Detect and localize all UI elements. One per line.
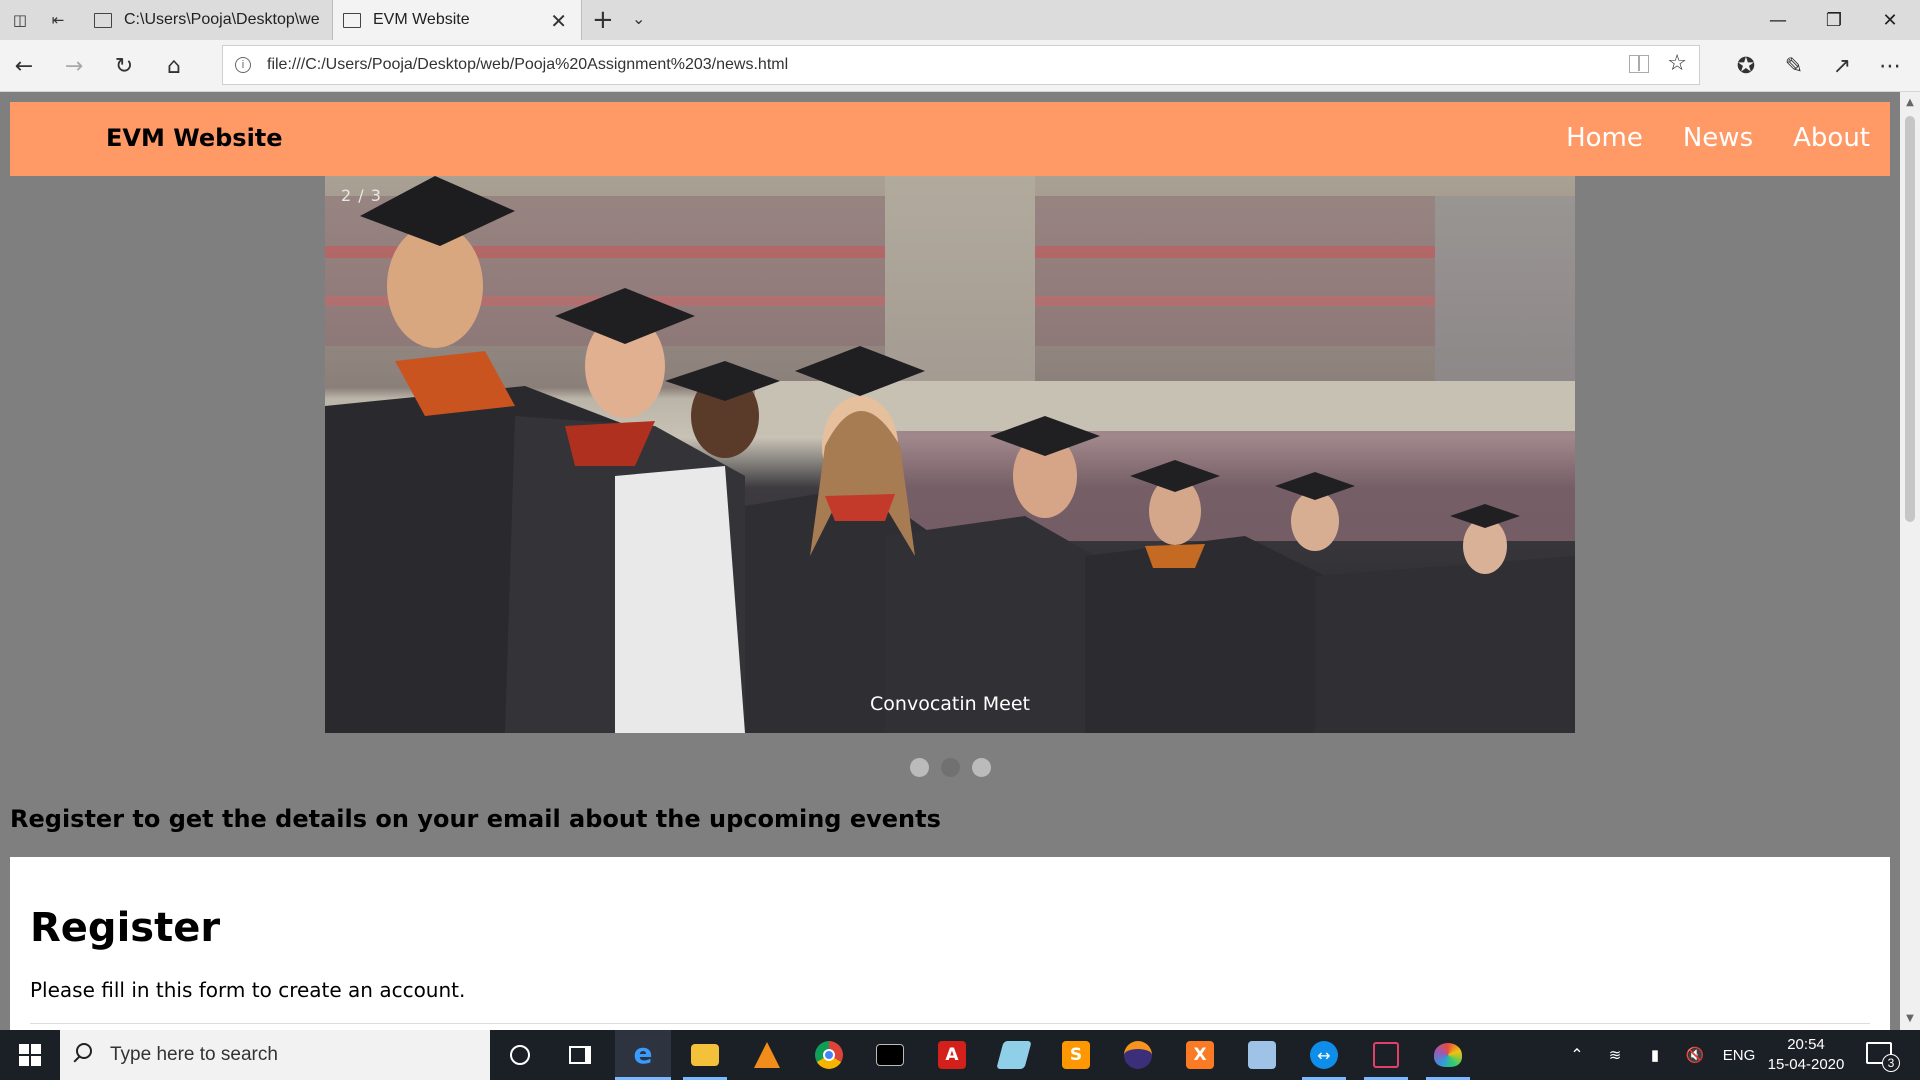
url-text[interactable]: file:///C:/Users/Pooja/Desktop/web/Pooja… [267, 56, 788, 74]
nav-about-link[interactable]: About [1773, 102, 1890, 176]
set-tabs-aside-icon[interactable]: ⇤ [46, 8, 70, 32]
page-viewport: EVM Website Home News About 2 / 3 Convoc… [0, 92, 1920, 1030]
home-icon[interactable]: ⌂ [158, 50, 190, 82]
reading-view-icon[interactable] [1629, 55, 1649, 73]
chrome-icon[interactable] [801, 1030, 857, 1080]
nav-home-link[interactable]: Home [1546, 102, 1663, 176]
new-tab-icon[interactable]: + [592, 6, 614, 34]
tab-actions-icon[interactable]: ◫ [8, 8, 32, 32]
tab-title: EVM Website [373, 11, 470, 28]
close-tab-icon[interactable]: ✕ [550, 9, 567, 34]
battery-icon[interactable]: ▮ [1640, 1030, 1670, 1080]
tab-local-folder[interactable]: C:\Users\Pooja\Desktop\we [84, 0, 328, 40]
mirror-app-icon[interactable] [1358, 1030, 1414, 1080]
site-title[interactable]: EVM Website [106, 124, 283, 152]
browser-titlebar: ◫ ⇤ C:\Users\Pooja\Desktop\we EVM Websit… [0, 0, 1920, 40]
volume-muted-icon[interactable]: 🔇 [1680, 1030, 1710, 1080]
site-nav: Home News About [1546, 102, 1890, 176]
search-icon [76, 1043, 92, 1059]
address-bar[interactable]: i file:///C:/Users/Pooja/Desktop/web/Poo… [222, 45, 1700, 85]
info-icon[interactable]: i [235, 57, 251, 73]
page-icon [343, 12, 361, 28]
tab-evm-website[interactable]: EVM Website ✕ [332, 0, 582, 40]
search-placeholder[interactable]: Type here to search [110, 1044, 278, 1066]
terminal-icon[interactable] [862, 1030, 918, 1080]
virtualbox-icon[interactable] [1234, 1030, 1290, 1080]
form-subtitle: Please fill in this form to create an ac… [30, 978, 466, 1002]
wifi-icon[interactable]: ≋ [1600, 1030, 1630, 1080]
pen-icon[interactable]: ✎ [1778, 50, 1810, 82]
browser-navbar: ← → ↻ ⌂ i file:///C:/Users/Pooja/Desktop… [0, 40, 1920, 92]
slide-caption: Convocatin Meet [870, 693, 1030, 715]
language-indicator[interactable]: ENG [1718, 1030, 1760, 1080]
teamviewer-icon[interactable]: ↔ [1296, 1030, 1352, 1080]
share-icon[interactable]: ↗ [1826, 50, 1858, 82]
form-divider [30, 1023, 1870, 1024]
clock-date: 15-04-2020 [1767, 1056, 1845, 1073]
favorite-star-icon[interactable]: ☆ [1667, 51, 1687, 76]
xampp-icon[interactable]: X [1172, 1030, 1228, 1080]
slide-dots [910, 758, 991, 777]
taskbar-search[interactable]: Type here to search [60, 1030, 490, 1080]
refresh-icon[interactable]: ↻ [108, 50, 140, 82]
taskbar: Type here to search e A S X ↔ ⌃ ≋ ▮ 🔇 EN… [0, 1030, 1920, 1080]
windows-icon [19, 1044, 41, 1066]
task-view-icon[interactable] [552, 1030, 608, 1080]
slide-counter: 2 / 3 [341, 186, 382, 205]
nav-news-link[interactable]: News [1663, 102, 1773, 176]
page-scrollbar[interactable]: ▲ ▼ [1900, 92, 1920, 1030]
notification-count-badge: 3 [1882, 1054, 1900, 1072]
clock-time: 20:54 [1787, 1036, 1825, 1053]
more-icon[interactable]: ⋯ [1874, 50, 1906, 82]
slide-dot-2[interactable] [941, 758, 960, 777]
start-button[interactable] [0, 1030, 60, 1080]
scroll-up-icon[interactable]: ▲ [1900, 94, 1920, 112]
vlc-icon[interactable] [739, 1030, 795, 1080]
notepad-icon[interactable] [986, 1030, 1042, 1080]
scroll-thumb[interactable] [1905, 116, 1915, 522]
back-icon[interactable]: ← [8, 50, 40, 82]
page-icon [94, 12, 112, 28]
scroll-down-icon[interactable]: ▼ [1900, 1010, 1920, 1028]
forward-icon[interactable]: → [58, 50, 90, 82]
slide-dot-1[interactable] [910, 758, 929, 777]
register-prompt: Register to get the details on your emai… [10, 805, 941, 833]
paint-icon[interactable] [1420, 1030, 1476, 1080]
eclipse-icon[interactable] [1110, 1030, 1166, 1080]
tab-title: C:\Users\Pooja\Desktop\we [124, 11, 320, 28]
close-window-button[interactable]: ✕ [1862, 0, 1918, 40]
register-form: Register Please fill in this form to cre… [10, 857, 1890, 1030]
chevron-down-icon[interactable]: ⌄ [632, 9, 645, 28]
slideshow[interactable]: 2 / 3 Convocatin Meet [325, 176, 1575, 733]
cortana-icon[interactable] [492, 1030, 548, 1080]
form-title: Register [30, 905, 221, 951]
show-hidden-icons[interactable]: ⌃ [1562, 1030, 1592, 1080]
edge-icon[interactable]: e [615, 1030, 671, 1080]
clock[interactable]: 20:54 15-04-2020 [1760, 1035, 1852, 1075]
favorites-list-icon[interactable]: ✪ [1730, 50, 1762, 82]
acrobat-icon[interactable]: A [924, 1030, 980, 1080]
minimize-button[interactable]: — [1750, 0, 1806, 40]
restore-button[interactable]: ❐ [1806, 0, 1862, 40]
sublime-text-icon[interactable]: S [1048, 1030, 1104, 1080]
file-explorer-icon[interactable] [677, 1030, 733, 1080]
site-header: EVM Website Home News About [10, 102, 1890, 176]
slide-dot-3[interactable] [972, 758, 991, 777]
graduation-photo [325, 176, 1575, 733]
